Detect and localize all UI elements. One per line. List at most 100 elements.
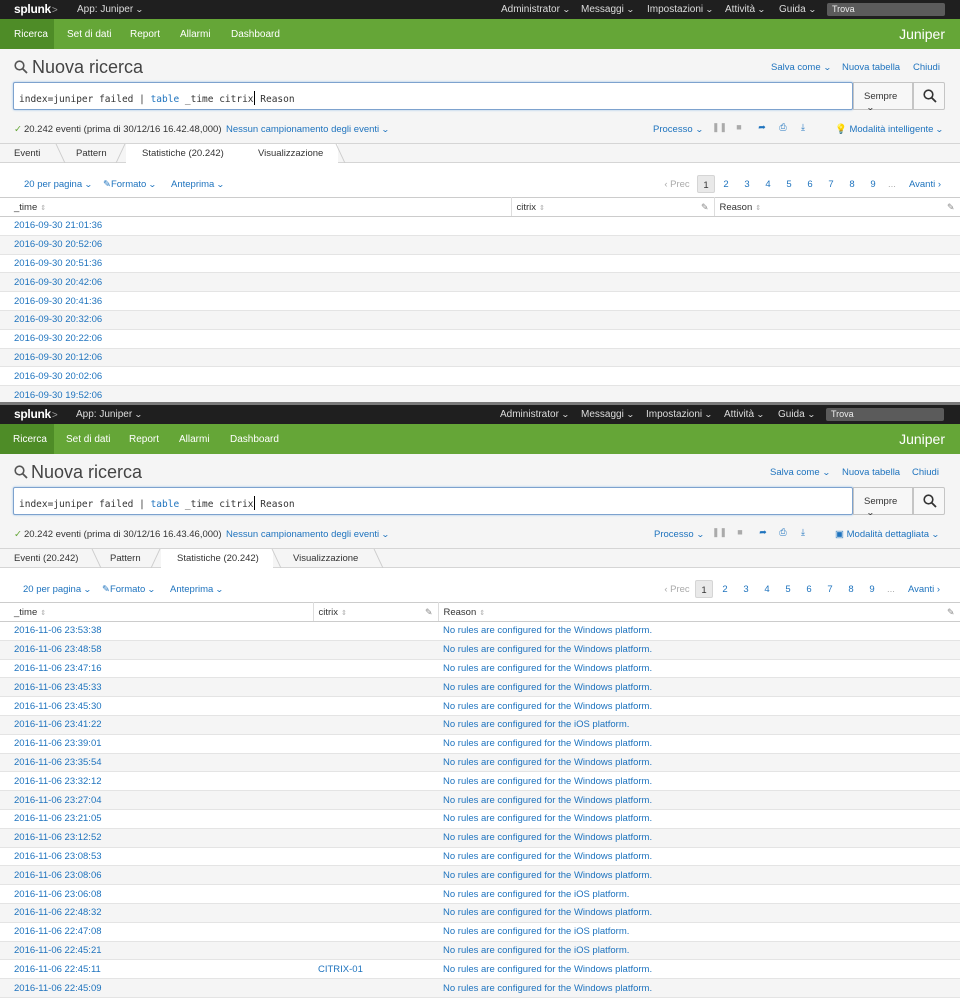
- cell-time[interactable]: 2016-11-06 23:48:58: [0, 640, 313, 660]
- cell-reason[interactable]: No rules are configured for the Windows …: [438, 640, 960, 660]
- cell-citrix[interactable]: [313, 621, 438, 641]
- sampling-dropdown[interactable]: Nessun campionamento degli eventi ⌄: [226, 529, 390, 540]
- cell-citrix[interactable]: [313, 978, 438, 998]
- page-5[interactable]: 5: [780, 175, 798, 193]
- cell-citrix[interactable]: [313, 640, 438, 660]
- nav-datasets[interactable]: Set di dati: [66, 434, 110, 445]
- cell-citrix[interactable]: [313, 659, 438, 679]
- cell-citrix[interactable]: [313, 828, 438, 848]
- new-table-link[interactable]: Nuova tabella: [842, 62, 900, 73]
- cell-time[interactable]: 2016-11-06 22:45:11: [0, 959, 313, 980]
- cell-citrix[interactable]: [511, 272, 714, 293]
- column-header-citrix[interactable]: citrix ⇕ ✎: [511, 197, 715, 217]
- stop-icon[interactable]: ■: [734, 527, 746, 539]
- tab-events[interactable]: Eventi: [14, 144, 40, 163]
- cell-time[interactable]: 2016-09-30 19:52:06: [0, 385, 511, 402]
- cell-time[interactable]: 2016-09-30 20:51:36: [0, 254, 511, 274]
- cell-citrix[interactable]: [313, 847, 438, 867]
- search-query-input[interactable]: index=juniper failed | table _time citri…: [13, 82, 853, 110]
- cell-reason[interactable]: No rules are configured for the Windows …: [438, 978, 960, 998]
- cell-time[interactable]: 2016-09-30 20:02:06: [0, 366, 511, 387]
- cell-time[interactable]: 2016-11-06 23:47:16: [0, 659, 313, 679]
- cell-time[interactable]: 2016-09-30 20:41:36: [0, 291, 511, 311]
- tab-patterns[interactable]: Pattern: [110, 549, 141, 568]
- cell-citrix[interactable]: [313, 865, 438, 886]
- cell-reason[interactable]: [714, 254, 960, 274]
- prev-page-button[interactable]: ‹ Prec: [660, 580, 694, 598]
- search-mode-menu[interactable]: ▣ Modalità dettagliata ⌄: [835, 529, 940, 540]
- column-header-citrix[interactable]: citrix ⇕ ✎: [313, 602, 439, 622]
- nav-alerts[interactable]: Allarmi: [180, 29, 211, 40]
- cell-citrix[interactable]: [511, 216, 714, 236]
- page-2[interactable]: 2: [716, 580, 734, 598]
- cell-time[interactable]: 2016-11-06 23:27:04: [0, 790, 313, 810]
- time-range-picker[interactable]: Sempre⌄: [853, 82, 913, 112]
- find-input[interactable]: Trova: [826, 408, 944, 421]
- menu-messages[interactable]: Messaggi ⌄: [581, 409, 635, 420]
- page-2[interactable]: 2: [717, 175, 735, 193]
- cell-reason[interactable]: No rules are configured for the Windows …: [438, 659, 960, 679]
- cell-reason[interactable]: No rules are configured for the Windows …: [438, 828, 960, 848]
- cell-citrix[interactable]: [313, 677, 438, 698]
- format-dropdown[interactable]: ✎Formato ⌄: [102, 584, 156, 595]
- cell-citrix[interactable]: CITRIX-01: [313, 959, 438, 980]
- menu-administrator[interactable]: Administrator ⌄: [500, 409, 570, 420]
- cell-time[interactable]: 2016-11-06 23:32:12: [0, 771, 313, 792]
- nav-alerts[interactable]: Allarmi: [179, 434, 210, 445]
- cell-citrix[interactable]: [511, 329, 714, 349]
- menu-settings[interactable]: Impostazioni ⌄: [647, 4, 714, 15]
- cell-reason[interactable]: No rules are configured for the Windows …: [438, 696, 960, 716]
- cell-citrix[interactable]: [511, 366, 714, 387]
- cell-citrix[interactable]: [313, 903, 438, 923]
- tab-statistics[interactable]: Statistiche (20.242): [161, 549, 273, 569]
- cell-reason[interactable]: No rules are configured for the Windows …: [438, 753, 960, 773]
- nav-search[interactable]: Ricerca: [13, 434, 47, 445]
- nav-reports[interactable]: Report: [130, 29, 160, 40]
- cell-citrix[interactable]: [313, 753, 438, 773]
- cell-reason[interactable]: No rules are configured for the Windows …: [438, 903, 960, 923]
- cell-reason[interactable]: No rules are configured for the Windows …: [438, 959, 960, 980]
- cell-time[interactable]: 2016-11-06 22:48:32: [0, 903, 313, 923]
- page-7[interactable]: 7: [822, 175, 840, 193]
- cell-time[interactable]: 2016-11-06 23:41:22: [0, 715, 313, 735]
- page-1[interactable]: 1: [695, 580, 713, 598]
- cell-reason[interactable]: No rules are configured for the Windows …: [438, 809, 960, 829]
- column-header-reason[interactable]: Reason ⇕ ✎: [438, 602, 960, 622]
- cell-reason[interactable]: [714, 272, 960, 293]
- cell-time[interactable]: 2016-11-06 23:45:33: [0, 677, 313, 698]
- preview-dropdown[interactable]: Anteprima ⌄: [170, 584, 224, 595]
- cell-reason[interactable]: No rules are configured for the Windows …: [438, 677, 960, 698]
- cell-time[interactable]: 2016-11-06 22:47:08: [0, 922, 313, 942]
- pause-icon[interactable]: ❚❚: [712, 527, 727, 539]
- menu-settings[interactable]: Impostazioni ⌄: [646, 409, 713, 420]
- page-1[interactable]: 1: [697, 175, 715, 193]
- cell-reason[interactable]: No rules are configured for the iOS plat…: [438, 922, 960, 942]
- cell-citrix[interactable]: [511, 310, 714, 330]
- next-page-button[interactable]: Avanti ›: [904, 580, 944, 598]
- page-3[interactable]: 3: [737, 580, 755, 598]
- print-icon[interactable]: ⎙: [777, 122, 789, 134]
- cell-reason[interactable]: [714, 216, 960, 236]
- cell-time[interactable]: 2016-09-30 20:52:06: [0, 235, 511, 255]
- tab-visualization[interactable]: Visualizzazione: [293, 549, 358, 568]
- cell-citrix[interactable]: [313, 696, 438, 716]
- cell-citrix[interactable]: [511, 235, 714, 255]
- nav-dashboards[interactable]: Dashboard: [230, 434, 279, 445]
- menu-activity[interactable]: Attività ⌄: [724, 409, 765, 420]
- splunk-logo[interactable]: splunk>: [14, 407, 58, 421]
- tab-patterns[interactable]: Pattern: [76, 144, 107, 163]
- column-header-time[interactable]: _time ⇕: [0, 602, 314, 622]
- cell-time[interactable]: 2016-09-30 20:12:06: [0, 348, 511, 368]
- print-icon[interactable]: ⎙: [777, 527, 789, 539]
- cell-citrix[interactable]: [313, 922, 438, 942]
- page-9[interactable]: 9: [863, 580, 881, 598]
- prev-page-button[interactable]: ‹ Prec: [660, 175, 694, 193]
- cell-citrix[interactable]: [313, 715, 438, 735]
- cell-reason[interactable]: [714, 291, 960, 311]
- cell-time[interactable]: 2016-11-06 23:06:08: [0, 884, 313, 904]
- close-link[interactable]: Chiudi: [913, 62, 940, 73]
- cell-time[interactable]: 2016-09-30 20:22:06: [0, 329, 511, 349]
- share-icon[interactable]: ➦: [756, 122, 768, 134]
- cell-citrix[interactable]: [313, 941, 438, 961]
- column-header-reason[interactable]: Reason ⇕ ✎: [714, 197, 960, 217]
